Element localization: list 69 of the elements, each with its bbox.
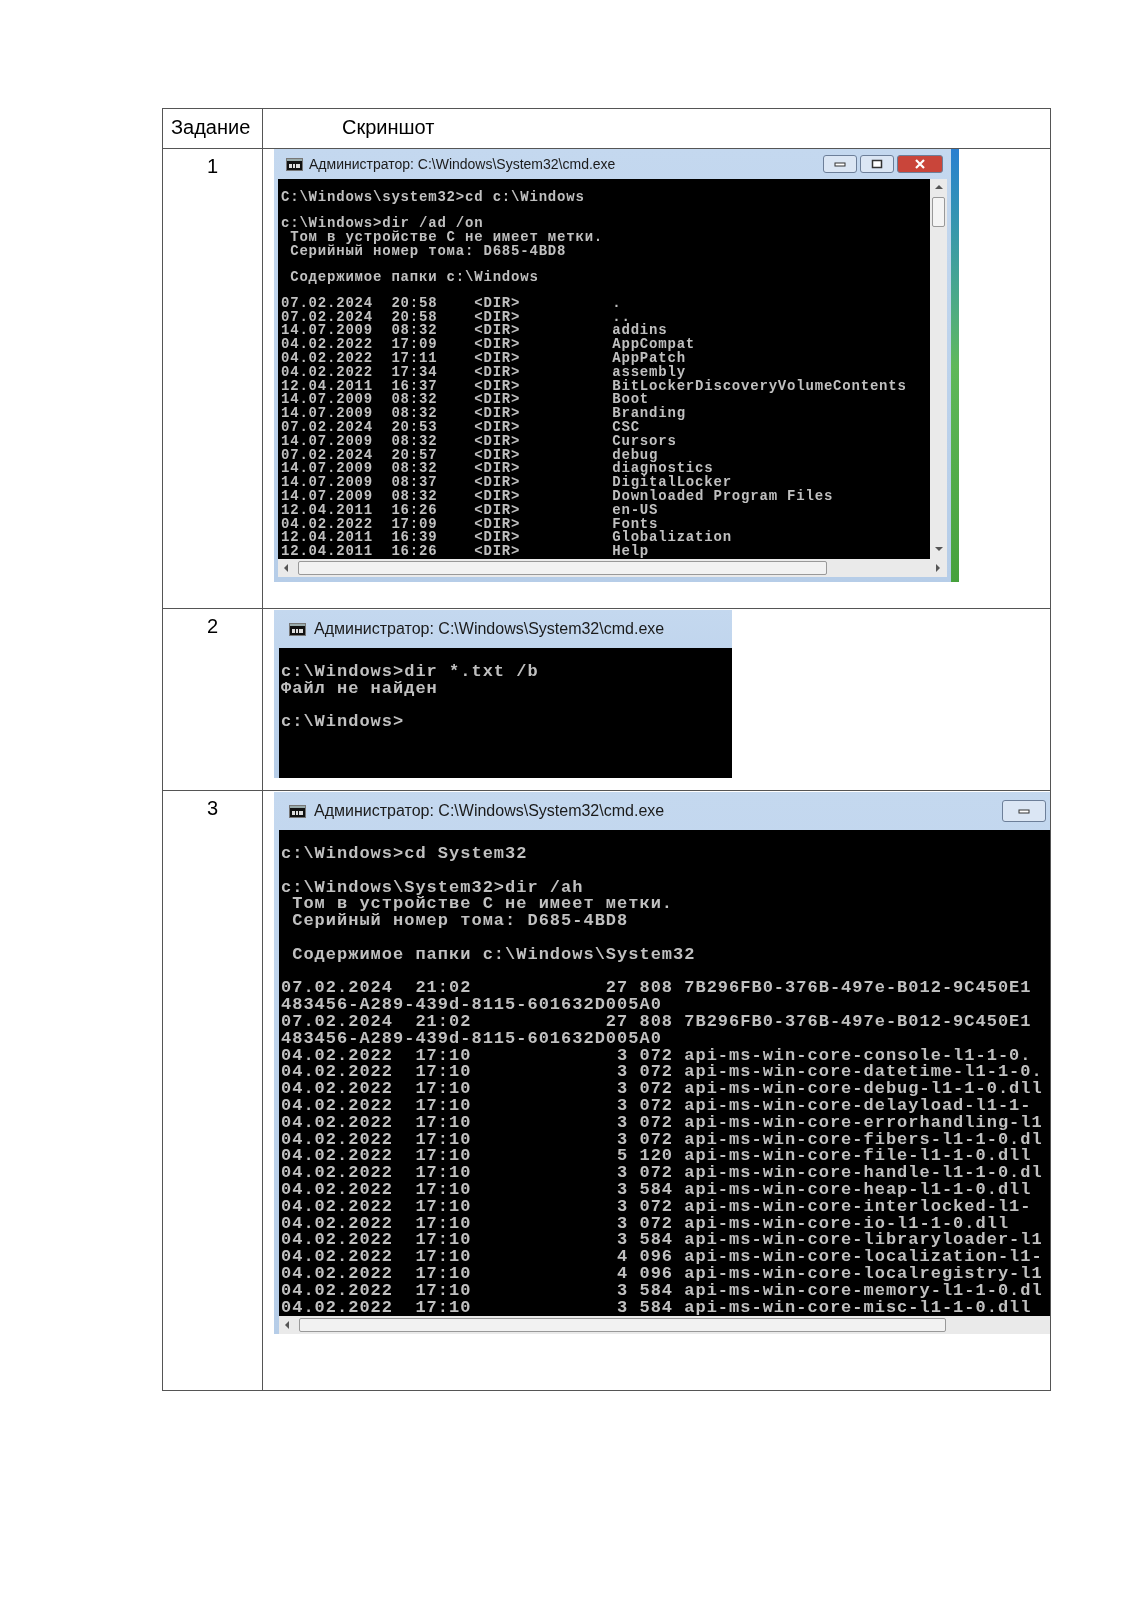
- column-header: Скриншот: [342, 116, 435, 138]
- scrollbar-thumb[interactable]: [298, 561, 827, 575]
- console-line: 07.02.2024 20:57 <DIR> debug: [281, 448, 659, 463]
- console-line: 04.02.2022 17:34 <DIR> assembly: [281, 365, 686, 380]
- console-line: 483456-A289-439d-8115-601632D005A0: [281, 1030, 662, 1048]
- scroll-right-icon[interactable]: [933, 563, 943, 573]
- console-line: 04.02.2022 17:10 3 072 api-ms-win-core-datetime-l1-1-0.: [281, 1064, 1043, 1082]
- console-line: Серийный номер тома: D685-4BD8: [289, 244, 567, 259]
- console-line: 04.02.2022 17:10 3 072 api-ms-win-core-interlocked-l1-: [281, 1198, 1032, 1216]
- minimize-button[interactable]: [1002, 800, 1046, 822]
- horizontal-scrollbar[interactable]: [279, 1316, 1050, 1335]
- console-line: 12.04.2011 16:37 <DIR> BitLockerDiscoveryVolumeContents: [281, 379, 907, 394]
- console-line: 14.07.2009 08:32 <DIR> Cursors: [281, 434, 677, 449]
- console-line: 483456-A289-439d-8115-601632D005A0: [281, 997, 662, 1014]
- console-line: C:\Windows\system32>cd c:\Windows: [281, 191, 585, 205]
- console-line: c:\Windows>dir /ad /on: [281, 217, 484, 231]
- console-line: 04.02.2022 17:10 3 072 api-ms-win-core-delayload-l1-1-: [281, 1097, 1032, 1115]
- console-line: 04.02.2022 17:11 <DIR> AppPatch: [281, 352, 686, 366]
- console-line: 04.02.2022 17:10 4 096 api-ms-win-core-localregistry-l1: [281, 1265, 1043, 1283]
- vertical-scrollbar[interactable]: [930, 179, 947, 559]
- horizontal-scrollbar[interactable]: [278, 559, 947, 577]
- console-line: 07.02.2024 21:02 27 808 7B296FB0-376B-497e-B012-9C450E1: [281, 1013, 1032, 1031]
- minimize-icon: [1018, 808, 1030, 814]
- console-icon: [289, 804, 306, 818]
- console-line: Содержимое папки c:\Windows: [289, 270, 539, 285]
- console-line: 07.02.2024 20:58 <DIR> .: [281, 296, 622, 311]
- console-line: 12.04.2011 16:26 <DIR> en-US: [281, 503, 659, 518]
- task-number: 1: [206, 154, 219, 179]
- scrollbar-thumb[interactable]: [299, 1318, 946, 1333]
- console-icon: [286, 157, 303, 171]
- window-title: Администратор: C:\Windows\System32\cmd.exe: [309, 154, 616, 174]
- scrollbar-thumb[interactable]: [932, 197, 945, 227]
- console-line: Содержимое папки c:\Windows\System32: [291, 946, 696, 964]
- console-line: 04.02.2022 17:10 3 584 api-ms-win-core-heap-l1-1-0.dll: [281, 1181, 1032, 1199]
- console-line: c:\Windows>dir *.txt /b: [281, 664, 539, 681]
- console-line: Серийный номер тома: D685-4BD8: [291, 913, 629, 930]
- console-line: c:\Windows\System32>dir /ah: [281, 879, 584, 897]
- console-line: 07.02.2024 20:53 <DIR> CSC: [281, 421, 640, 435]
- minimize-icon: [834, 161, 846, 167]
- console-line: Том в устройстве C не имеет метки.: [289, 230, 604, 245]
- console-line: c:\Windows>cd System32: [281, 846, 528, 863]
- console-line: c:\Windows>: [281, 714, 405, 732]
- maximize-button[interactable]: [860, 155, 894, 173]
- window-title: Администратор: C:\Windows\System32\cmd.exe: [314, 619, 665, 639]
- console-line: 04.02.2022 17:10 3 584 api-ms-win-core-misc-l1-1-0.dll: [281, 1299, 1032, 1317]
- console-line: 04.02.2022 17:10 3 584 api-ms-win-core-libraryloader-l1: [281, 1232, 1043, 1250]
- console-line: 04.02.2022 17:10 3 072 api-ms-win-core-handle-l1-1-0.dl: [281, 1165, 1043, 1182]
- task-number: 3: [206, 796, 219, 821]
- window-title: Администратор: C:\Windows\System32\cmd.exe: [314, 801, 665, 821]
- task-number: 2: [206, 614, 219, 639]
- console-line: 14.07.2009 08:32 <DIR> Branding: [281, 407, 686, 422]
- console-line: 04.02.2022 17:10 4 096 api-ms-win-core-localization-l1-: [281, 1249, 1043, 1266]
- console-icon: [289, 622, 306, 636]
- console-line: 04.02.2022 17:10 3 072 api-ms-win-core-debug-l1-1-0.dll: [281, 1081, 1043, 1098]
- console-line: 04.02.2022 17:10 5 120 api-ms-win-core-file-l1-1-0.dll: [281, 1148, 1032, 1166]
- maximize-icon: [871, 159, 883, 169]
- console-line: Том в устройстве C не имеет метки.: [292, 896, 674, 914]
- console-line: 12.04.2011 16:26 <DIR> Help: [281, 545, 650, 559]
- console-line: 14.07.2009 08:32 <DIR> addins: [281, 324, 668, 339]
- close-button[interactable]: [897, 155, 943, 173]
- console-line: 14.07.2009 08:32 <DIR> diagnostics: [281, 462, 714, 477]
- console-line: 04.02.2022 17:10 3 584 api-ms-win-core-memory-l1-1-0.dl: [281, 1282, 1043, 1300]
- console-line: 07.02.2024 21:02 27 808 7B296FB0-376B-497e-B012-9C450E1: [281, 980, 1032, 998]
- column-header: Задание: [171, 116, 251, 138]
- console-line: 14.07.2009 08:32 <DIR> Downloaded Program Files: [281, 490, 834, 504]
- close-icon: [914, 159, 926, 169]
- console-line: Файл не найден: [281, 680, 438, 698]
- console-line: 14.07.2009 08:32 <DIR> Boot: [281, 393, 650, 408]
- console-line: 04.02.2022 17:10 3 072 api-ms-win-core-errorhandling-l1: [281, 1114, 1043, 1132]
